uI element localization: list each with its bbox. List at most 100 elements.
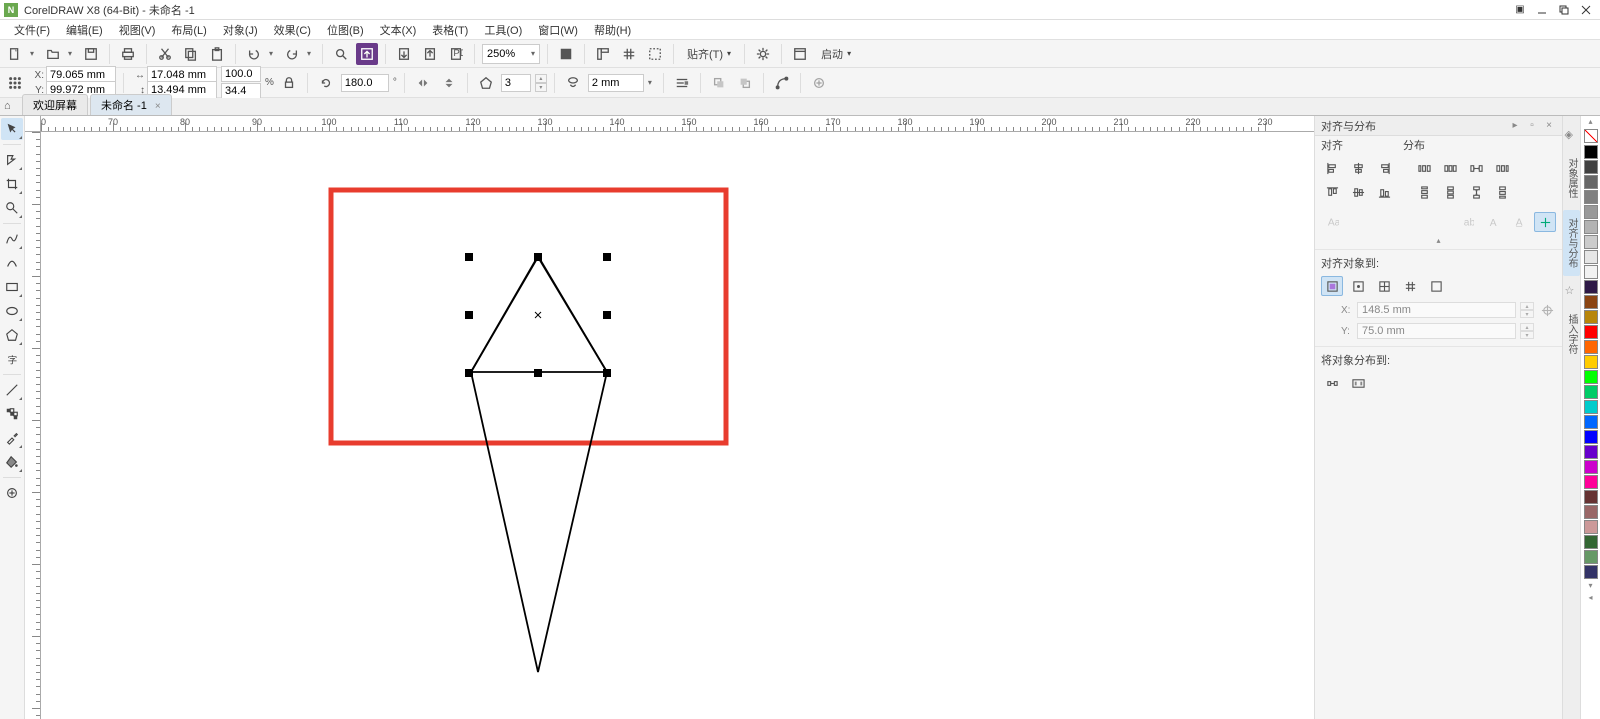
ruler-origin[interactable] [25, 116, 41, 132]
menu-item[interactable]: 对象(J) [215, 20, 266, 39]
sides-down-button[interactable]: ▾ [535, 83, 547, 92]
distribute-bottom-button[interactable] [1491, 182, 1513, 202]
convert-curves-button[interactable] [771, 72, 793, 94]
align-x-up[interactable]: ▴ [1520, 302, 1534, 310]
new-button[interactable] [4, 43, 26, 65]
snap-dropdown[interactable]: 贴齐(T) ▾ [681, 43, 737, 65]
menu-item[interactable]: 表格(T) [424, 20, 476, 39]
align-to-active-button[interactable] [1321, 276, 1343, 296]
menu-item[interactable]: 文本(X) [372, 20, 425, 39]
color-swatch[interactable] [1584, 505, 1598, 519]
color-swatch[interactable] [1584, 190, 1598, 204]
menu-item[interactable]: 窗口(W) [530, 20, 586, 39]
zoom-level-select[interactable]: 250%▾ [482, 44, 540, 64]
docker-tab-properties[interactable]: 对象属性 [1563, 150, 1580, 206]
distribute-left-button[interactable] [1413, 158, 1435, 178]
color-swatch[interactable] [1584, 370, 1598, 384]
show-guides-button[interactable] [644, 43, 666, 65]
open-dropdown[interactable]: ▾ [68, 49, 76, 58]
align-x-input[interactable]: 148.5 mm [1357, 302, 1516, 318]
distribute-selection-button[interactable] [1321, 373, 1343, 393]
distribute-spacing-v-button[interactable] [1465, 182, 1487, 202]
close-tab-icon[interactable]: × [155, 101, 161, 112]
outline-width-dropdown[interactable]: ▾ [648, 78, 656, 87]
docker-tab-align-distribute[interactable]: 对齐与分布 [1563, 210, 1580, 276]
selection-handles[interactable] [465, 253, 611, 377]
drop-shadow-tool[interactable] [1, 379, 23, 401]
expand-arrow-icon[interactable]: ▴ [1321, 236, 1556, 245]
zoom-tool[interactable] [1, 197, 23, 219]
lock-ratio-button[interactable] [278, 72, 300, 94]
color-swatch[interactable] [1584, 565, 1598, 579]
align-top-button[interactable] [1321, 182, 1343, 202]
close-button[interactable] [1576, 2, 1596, 18]
color-swatch[interactable] [1584, 220, 1598, 234]
kite-shape[interactable] [471, 256, 607, 672]
launch-dropdown[interactable]: 启动 ▾ [815, 43, 857, 65]
export-button[interactable] [393, 43, 415, 65]
show-grid-button[interactable] [618, 43, 640, 65]
align-x-down[interactable]: ▾ [1520, 310, 1534, 318]
redo-dropdown[interactable]: ▾ [307, 49, 315, 58]
align-to-grid-button[interactable] [1399, 276, 1421, 296]
use-outline-button[interactable] [1534, 212, 1556, 232]
redo-button[interactable] [281, 43, 303, 65]
maximize-button[interactable] [1554, 2, 1574, 18]
publish-pdf-button[interactable]: PDF [445, 43, 467, 65]
no-color-swatch[interactable] [1584, 129, 1598, 143]
palette-flyout[interactable]: ◂ [1581, 592, 1600, 604]
align-right-button[interactable] [1373, 158, 1395, 178]
align-left-button[interactable] [1321, 158, 1343, 178]
docker-collapse-icon[interactable]: ▸ [1508, 119, 1522, 133]
freehand-tool[interactable] [1, 228, 23, 250]
eyedropper-tool[interactable] [1, 427, 23, 449]
color-swatch[interactable] [1584, 415, 1598, 429]
artistic-media-tool[interactable] [1, 252, 23, 274]
show-rulers-button[interactable] [592, 43, 614, 65]
align-center-h-button[interactable] [1347, 158, 1369, 178]
align-bottom-button[interactable] [1373, 182, 1395, 202]
align-to-page-edge-button[interactable] [1347, 276, 1369, 296]
print-button[interactable] [117, 43, 139, 65]
tab-current-document[interactable]: 未命名 -1× [90, 94, 172, 115]
docker-tab-star-icon[interactable]: ☆ [1565, 284, 1579, 298]
align-y-up[interactable]: ▴ [1520, 323, 1534, 331]
distribute-spacing-h-button[interactable] [1465, 158, 1487, 178]
transparency-tool[interactable] [1, 403, 23, 425]
color-swatch[interactable] [1584, 430, 1598, 444]
menu-item[interactable]: 文件(F) [6, 20, 58, 39]
tab-welcome[interactable]: 欢迎屏幕 [22, 94, 88, 115]
ellipse-tool[interactable] [1, 300, 23, 322]
horizontal-ruler[interactable]: 6070809010011012013014015016017018019020… [41, 116, 1314, 132]
drawing-canvas[interactable] [41, 132, 1314, 719]
to-front-button[interactable] [708, 72, 730, 94]
text-tool[interactable]: 字 [1, 348, 23, 370]
app-launcher-button[interactable] [789, 43, 811, 65]
sides-up-button[interactable]: ▴ [535, 74, 547, 83]
scale-x-input[interactable]: 100.0 [221, 66, 261, 82]
color-swatch[interactable] [1584, 160, 1598, 174]
undo-dropdown[interactable]: ▾ [269, 49, 277, 58]
home-icon[interactable]: ⌂ [4, 100, 18, 114]
vertical-ruler[interactable] [25, 132, 41, 719]
color-swatch[interactable] [1584, 535, 1598, 549]
docker-tab-properties-icon[interactable]: ◈ [1565, 128, 1579, 142]
customize-toolbox-button[interactable] [1, 482, 23, 504]
docker-menu-icon[interactable]: ▫ [1525, 119, 1539, 133]
color-swatch[interactable] [1584, 205, 1598, 219]
menu-item[interactable]: 效果(C) [266, 20, 319, 39]
outline-width-input[interactable]: 2 mm [588, 74, 644, 92]
import-button[interactable] [356, 43, 378, 65]
crop-tool[interactable] [1, 173, 23, 195]
help-toggle-icon[interactable]: ▣ [1510, 2, 1530, 18]
search-button[interactable] [330, 43, 352, 65]
wrap-text-button[interactable] [671, 72, 693, 94]
mirror-horizontal-button[interactable] [412, 72, 434, 94]
cut-button[interactable] [154, 43, 176, 65]
minimize-button[interactable] [1532, 2, 1552, 18]
paste-button[interactable] [206, 43, 228, 65]
menu-item[interactable]: 帮助(H) [586, 20, 639, 39]
interactive-fill-tool[interactable] [1, 451, 23, 473]
docker-header[interactable]: 对齐与分布 ▸ ▫ × [1315, 116, 1562, 136]
color-swatch[interactable] [1584, 250, 1598, 264]
